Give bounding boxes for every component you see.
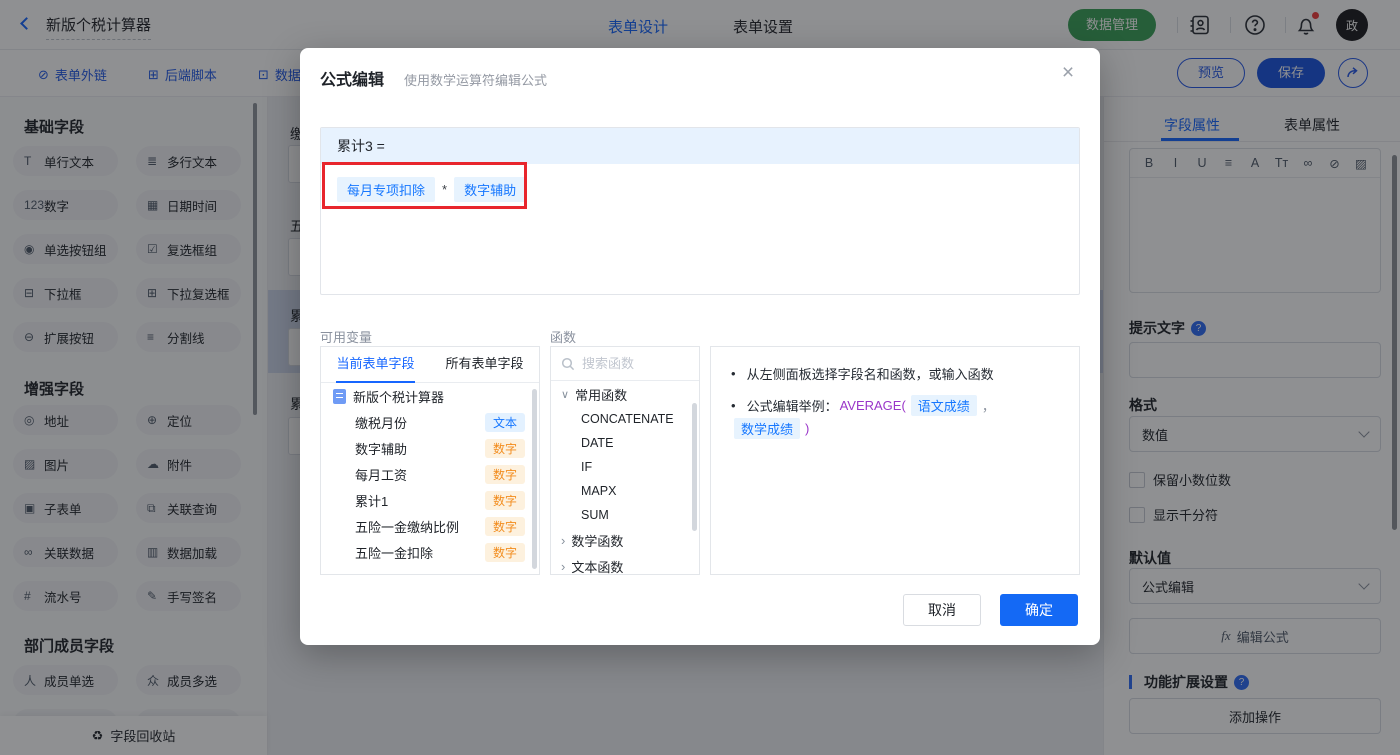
cancel-button[interactable]: 取消 <box>903 594 981 626</box>
close-icon[interactable]: × <box>1056 61 1080 85</box>
example-chip: 数学成绩 <box>734 418 801 439</box>
function-item[interactable]: DATE <box>551 431 699 455</box>
variables-tabs: 当前表单字段 所有表单字段 <box>321 347 539 383</box>
caret-right-icon: › <box>561 532 566 548</box>
formula-expression[interactable]: 每月专项扣除 * 数字辅助 <box>321 164 1079 215</box>
form-doc-icon <box>333 388 346 404</box>
app-window: 新版个税计算器 表单设计 表单设置 数据管理 政 ⊘ 表单外链 ⊞ 后端脚本 ⊡… <box>0 0 1400 755</box>
function-item[interactable]: IF <box>551 455 699 479</box>
modal-title: 公式编辑 <box>320 72 385 89</box>
variables-section-label: 可用变量 <box>320 330 373 345</box>
functions-panel: ∨ 常用函数 CONCATENATE DATE IF MAPX SUM › 数学… <box>550 346 700 575</box>
field-type-badge: 数字 <box>484 516 525 536</box>
field-type-badge: 数字 <box>484 490 525 510</box>
caret-down-icon: ∨ <box>561 388 570 401</box>
variable-field-row[interactable]: 每月工资 数字 <box>321 461 539 487</box>
formula-field-chip[interactable]: 每月专项扣除 <box>337 177 436 202</box>
field-type-badge: 数字 <box>484 464 525 484</box>
function-item[interactable]: MAPX <box>551 479 699 503</box>
variables-scrollbar[interactable] <box>532 389 537 569</box>
help-line-1: • 从左侧面板选择字段名和函数，或输入函数 <box>731 366 994 382</box>
function-group-collapsed[interactable]: › 数学函数 <box>551 527 699 553</box>
functions-scrollbar[interactable] <box>692 403 697 531</box>
field-type-badge: 文本 <box>484 412 525 432</box>
variable-field-row[interactable]: 缴税月份 文本 <box>321 409 539 435</box>
function-item[interactable]: CONCATENATE <box>551 407 699 431</box>
help-panel: • 从左侧面板选择字段名和函数，或输入函数 • 公式编辑举例： AVERAGE(… <box>710 346 1080 575</box>
functions-section-label: 函数 <box>550 330 577 345</box>
help-line-2: • 公式编辑举例： AVERAGE( 语文成绩 ， 数学成绩 ) <box>731 395 1059 439</box>
variable-field-row[interactable]: 五险一金缴纳比例 数字 <box>321 513 539 539</box>
variable-field-row[interactable]: 累计1 数字 <box>321 487 539 513</box>
formula-field-chip[interactable]: 数字辅助 <box>454 177 527 202</box>
formula-edit-modal: 公式编辑 使用数学运算符编辑公式 × 累计3 = 每月专项扣除 * 数字辅助 可… <box>300 48 1100 645</box>
function-group-common[interactable]: ∨ 常用函数 <box>551 381 699 407</box>
caret-right-icon: › <box>561 558 566 574</box>
confirm-button[interactable]: 确定 <box>1000 594 1078 626</box>
tab-all-form-fields[interactable]: 所有表单字段 <box>430 347 539 382</box>
field-type-badge: 数字 <box>484 542 525 562</box>
tab-current-form-fields[interactable]: 当前表单字段 <box>321 347 430 383</box>
function-search-input[interactable] <box>582 356 682 371</box>
variables-root-node[interactable]: 新版个税计算器 <box>321 383 539 409</box>
modal-subtitle: 使用数学运算符编辑公式 <box>404 73 548 88</box>
formula-editor[interactable]: 累计3 = 每月专项扣除 * 数字辅助 <box>320 127 1080 295</box>
formula-operator: * <box>442 182 448 197</box>
field-type-badge: 数字 <box>484 438 525 458</box>
variables-panel: 当前表单字段 所有表单字段 新版个税计算器 缴税月份 文本 数字辅助 数字 每月… <box>320 346 540 575</box>
function-search[interactable] <box>551 347 699 381</box>
formula-target-label: 累计3 = <box>321 128 1079 164</box>
variable-field-row[interactable]: 数字辅助 数字 <box>321 435 539 461</box>
variable-field-row[interactable]: 五险一金扣除 数字 <box>321 539 539 565</box>
function-group-collapsed[interactable]: › 文本函数 <box>551 553 699 575</box>
example-chip: 语文成绩 <box>910 395 977 416</box>
search-icon <box>561 357 575 370</box>
function-item[interactable]: SUM <box>551 503 699 527</box>
